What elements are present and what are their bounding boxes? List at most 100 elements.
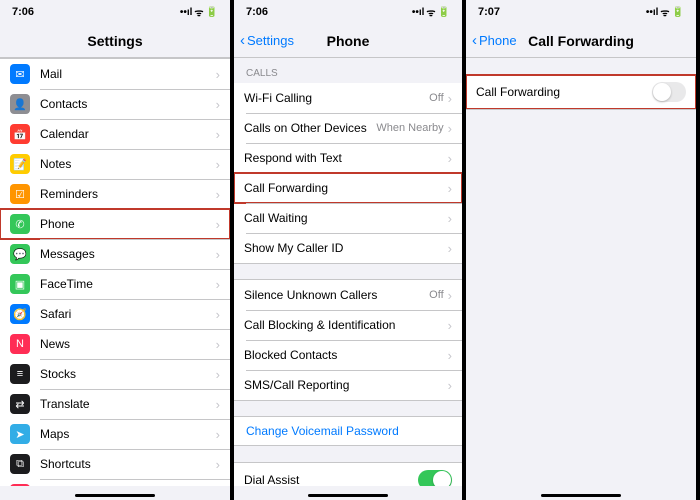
chevron-right-icon: › [448, 241, 452, 256]
row-blocked-contacts[interactable]: Blocked Contacts› [234, 340, 462, 370]
battery-icon: 🔋 [206, 7, 218, 18]
reminders-icon: ☑ [10, 184, 30, 204]
chevron-right-icon: › [216, 337, 220, 352]
chevron-left-icon: ‹ [240, 32, 245, 49]
calendar-icon: 📅 [10, 124, 30, 144]
row-call-blocking-identification[interactable]: Call Blocking & Identification› [234, 310, 462, 340]
status-bar: 7:07 ••ıl ᯤ 🔋 [466, 0, 696, 24]
chevron-right-icon: › [216, 67, 220, 82]
chevron-right-icon: › [216, 367, 220, 382]
dial-assist-row[interactable]: Dial Assist [234, 463, 462, 486]
chevron-right-icon: › [216, 427, 220, 442]
row-show-my-caller-id[interactable]: Show My Caller ID› [234, 233, 462, 263]
settings-row-messages[interactable]: 💬Messages› [0, 239, 230, 269]
row-label: Mail [40, 67, 216, 81]
stocks-icon: ≡ [10, 364, 30, 384]
row-label: SMS/Call Reporting [244, 378, 448, 392]
settings-row-shortcuts[interactable]: ⧉Shortcuts› [0, 449, 230, 479]
dial-assist-label: Dial Assist [244, 473, 418, 486]
settings-row-calendar[interactable]: 📅Calendar› [0, 119, 230, 149]
link-label: Change Voicemail Password [246, 424, 399, 438]
mail-icon: ✉ [10, 64, 30, 84]
battery-icon: 🔋 [672, 7, 684, 18]
chevron-right-icon: › [448, 348, 452, 363]
row-sms-call-reporting[interactable]: SMS/Call Reporting› [234, 370, 462, 400]
row-label: Call Blocking & Identification [244, 318, 448, 332]
home-indicator[interactable] [466, 486, 696, 500]
section-header-calls: CALLS [234, 58, 462, 83]
settings-row-safari[interactable]: 🧭Safari› [0, 299, 230, 329]
settings-row-health[interactable]: ♥Health› [0, 479, 230, 486]
home-indicator[interactable] [234, 486, 462, 500]
settings-list[interactable]: ✉Mail›👤Contacts›📅Calendar›📝Notes›☑Remind… [0, 58, 230, 486]
phone-settings-content[interactable]: CALLS Wi-Fi CallingOff›Calls on Other De… [234, 58, 462, 486]
back-button[interactable]: ‹ Settings [240, 32, 294, 49]
settings-row-contacts[interactable]: 👤Contacts› [0, 89, 230, 119]
row-label: Translate [40, 397, 216, 411]
chevron-right-icon: › [448, 121, 452, 136]
screen-settings: 7:06 ••ıl ᯤ 🔋 Settings ✉Mail›👤Contacts›📅… [0, 0, 232, 500]
chevron-right-icon: › [448, 91, 452, 106]
settings-row-facetime[interactable]: ▣FaceTime› [0, 269, 230, 299]
row-calls-on-other-devices[interactable]: Calls on Other DevicesWhen Nearby › [234, 113, 462, 143]
settings-row-maps[interactable]: ➤ Maps› [0, 419, 230, 449]
status-time: 7:07 [478, 6, 500, 18]
chevron-right-icon: › [216, 457, 220, 472]
row-label: Calendar [40, 127, 216, 141]
phone-icon: ✆ [10, 214, 30, 234]
screen-call-forwarding: 7:07 ••ıl ᯤ 🔋 ‹ Phone Call Forwarding Ca… [464, 0, 696, 500]
chevron-right-icon: › [448, 211, 452, 226]
row-label: Shortcuts [40, 457, 216, 471]
chevron-right-icon: › [448, 181, 452, 196]
row-label: Maps [40, 427, 216, 441]
settings-row-translate[interactable]: ⇄Translate› [0, 389, 230, 419]
settings-row-notes[interactable]: 📝Notes› [0, 149, 230, 179]
call-forwarding-label: Call Forwarding [476, 85, 652, 99]
row-label: Reminders [40, 187, 216, 201]
status-time: 7:06 [246, 6, 268, 18]
settings-row-stocks[interactable]: ≡Stocks› [0, 359, 230, 389]
row-label: News [40, 337, 216, 351]
status-indicators: ••ıl ᯤ 🔋 [180, 5, 218, 19]
back-button[interactable]: ‹ Phone [472, 32, 517, 49]
chevron-right-icon: › [216, 397, 220, 412]
status-bar: 7:06 ••ıl ᯤ 🔋 [0, 0, 230, 24]
home-indicator[interactable] [0, 486, 230, 500]
settings-row-reminders[interactable]: ☑Reminders› [0, 179, 230, 209]
chevron-right-icon: › [448, 318, 452, 333]
messages-icon: 💬 [10, 244, 30, 264]
maps-icon: ➤ [10, 424, 30, 444]
facetime-icon: ▣ [10, 274, 30, 294]
row-call-waiting[interactable]: Call Waiting› [234, 203, 462, 233]
row-label: Silence Unknown Callers [244, 288, 429, 302]
notes-icon: 📝 [10, 154, 30, 174]
row-label: Wi-Fi Calling [244, 91, 429, 105]
chevron-right-icon: › [216, 217, 220, 232]
row-silence-unknown-callers[interactable]: Silence Unknown CallersOff› [234, 280, 462, 310]
change-voicemail-password-link[interactable]: Change Voicemail Password [234, 416, 462, 446]
status-indicators: ••ıl ᯤ 🔋 [412, 5, 450, 19]
back-label: Phone [479, 33, 517, 48]
settings-row-news[interactable]: NNews› [0, 329, 230, 359]
screen-phone: 7:06 ••ıl ᯤ 🔋 ‹ Settings Phone CALLS Wi-… [232, 0, 464, 500]
row-label: Safari [40, 307, 216, 321]
dial-assist-toggle[interactable] [418, 470, 452, 486]
row-call-forwarding[interactable]: Call Forwarding› [234, 173, 462, 203]
row-label: Calls on Other Devices [244, 121, 376, 135]
row-detail: When Nearby [376, 122, 443, 134]
signal-icon: ••ıl [180, 7, 193, 18]
row-label: Messages [40, 247, 216, 261]
row-detail: Off [429, 92, 443, 104]
page-title: Settings [87, 33, 142, 49]
call-forwarding-row[interactable]: Call Forwarding [466, 75, 696, 109]
call-forwarding-toggle[interactable] [652, 82, 686, 102]
row-label: Phone [40, 217, 216, 231]
row-respond-with-text[interactable]: Respond with Text› [234, 143, 462, 173]
settings-row-phone[interactable]: ✆ Phone› [0, 209, 230, 239]
call-forwarding-content: Call Forwarding [466, 58, 696, 486]
settings-row-mail[interactable]: ✉ Mail› [0, 59, 230, 89]
health-icon: ♥ [10, 484, 30, 486]
wifi-icon: ᯤ [194, 5, 203, 19]
row-wi-fi-calling[interactable]: Wi-Fi CallingOff › [234, 83, 462, 113]
chevron-right-icon: › [216, 97, 220, 112]
